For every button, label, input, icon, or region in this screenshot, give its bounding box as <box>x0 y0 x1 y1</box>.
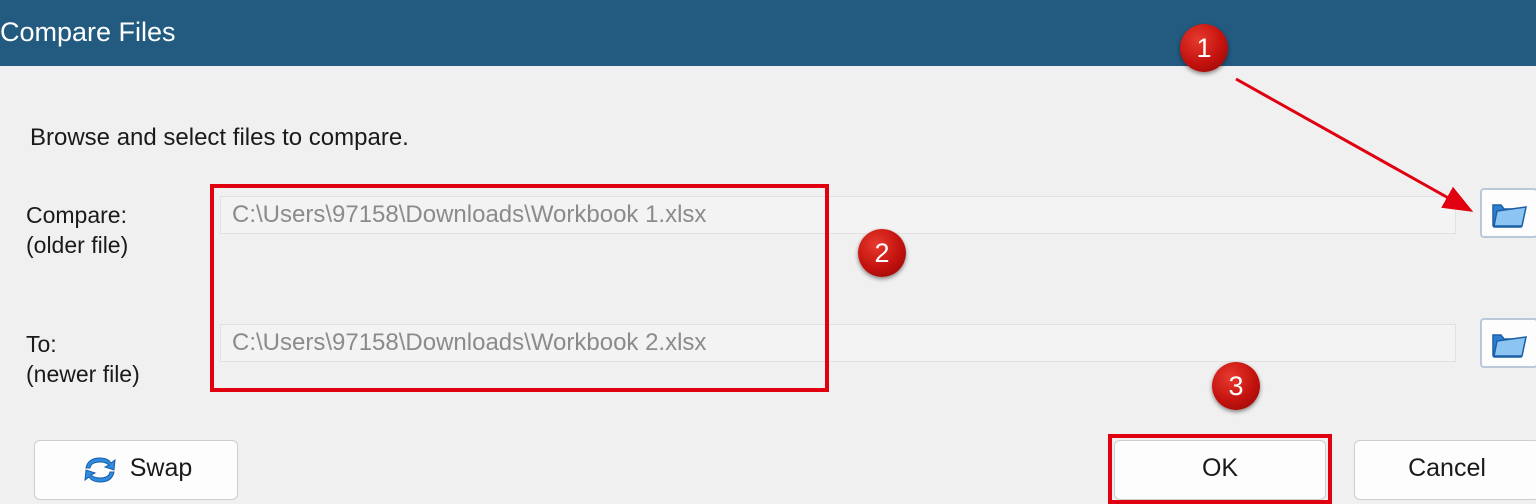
step-2-badge: 2 <box>858 229 906 277</box>
step-3-badge: 3 <box>1212 362 1260 410</box>
step-1-badge: 1 <box>1180 24 1228 72</box>
annotation-arrow <box>1235 77 1474 212</box>
